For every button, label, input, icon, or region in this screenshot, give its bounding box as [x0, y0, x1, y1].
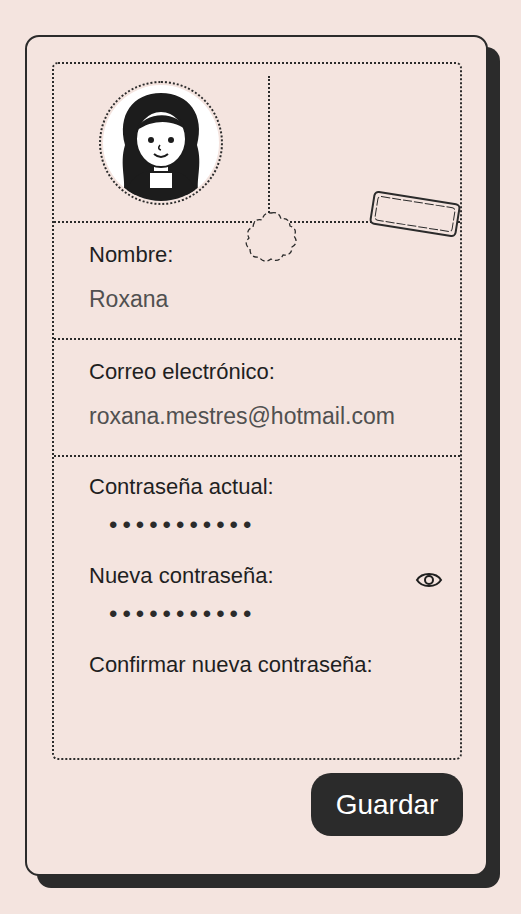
field-value[interactable]: roxana.mestres@hotmail.com	[89, 402, 440, 430]
page: Nombre:RoxanaCorreo electrónico:roxana.m…	[0, 0, 521, 914]
field-label: Correo electrónico:	[89, 358, 440, 386]
avatar-cell	[54, 64, 268, 221]
save-button[interactable]: Guardar	[311, 773, 463, 836]
password-input[interactable]: •••••••••••	[89, 590, 443, 640]
field-label: Nueva contraseña:	[89, 562, 274, 590]
password-input[interactable]	[89, 679, 443, 729]
field-label-row: Confirmar nueva contraseña:	[89, 651, 443, 679]
avatar[interactable]	[99, 81, 223, 205]
actions-row: Guardar	[52, 773, 463, 836]
password-field: Confirmar nueva contraseña:	[89, 651, 443, 740]
flower-doodle-icon	[242, 209, 300, 263]
field-label-row: Nueva contraseña:	[89, 562, 443, 590]
password-field: Nueva contraseña:•••••••••••	[89, 562, 443, 651]
password-input[interactable]: •••••••••••	[89, 501, 443, 551]
field-label-row: Contraseña actual:	[89, 473, 443, 501]
avatar-section	[54, 64, 460, 223]
divider-line	[268, 76, 270, 221]
eye-icon[interactable]	[415, 570, 443, 590]
field-label: Confirmar nueva contraseña:	[89, 651, 373, 679]
password-section: Contraseña actual:•••••••••••Nueva contr…	[54, 457, 460, 758]
stamp-doodle-icon	[366, 184, 464, 244]
girl-avatar-icon	[103, 85, 219, 201]
profile-panel: Nombre:RoxanaCorreo electrónico:roxana.m…	[52, 62, 462, 760]
profile-card: Nombre:RoxanaCorreo electrónico:roxana.m…	[25, 35, 488, 876]
field-value[interactable]: Roxana	[89, 285, 440, 313]
password-field: Contraseña actual:•••••••••••	[89, 473, 443, 562]
profile-field: Correo electrónico: roxana.mestres@hotmai…	[54, 340, 460, 457]
field-label: Contraseña actual:	[89, 473, 274, 501]
